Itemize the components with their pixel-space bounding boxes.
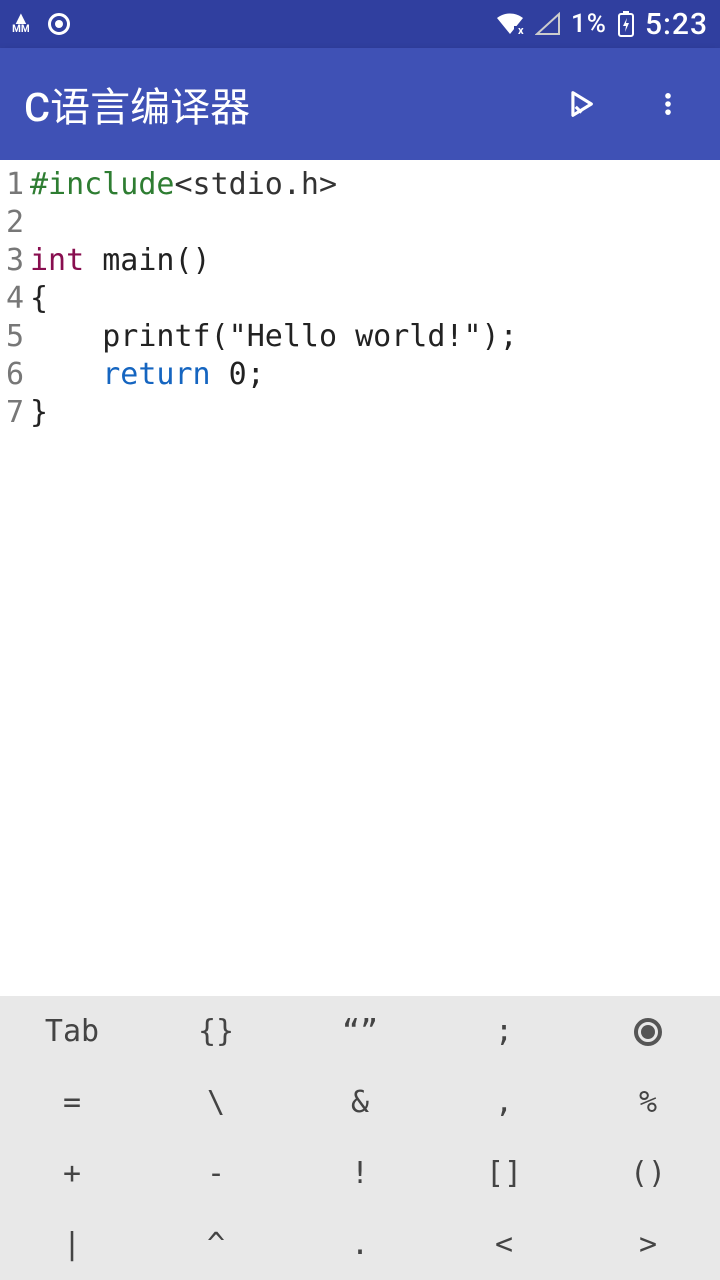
line-number: 2	[0, 204, 30, 242]
code-content[interactable]: int main()	[30, 242, 211, 280]
symbol-key[interactable]: =	[0, 1067, 144, 1138]
app-title: C语言编译器	[24, 75, 560, 133]
status-bar: ▲ MM x 1% 5:23	[0, 0, 720, 48]
mm-label: MM	[12, 25, 30, 35]
record-icon	[48, 13, 70, 35]
status-left: ▲ MM	[12, 13, 70, 36]
code-content[interactable]: return 0;	[30, 356, 265, 394]
clock: 5:23	[645, 7, 708, 42]
overflow-menu-button[interactable]	[648, 84, 688, 124]
code-line[interactable]: 2	[0, 204, 720, 242]
mm-indicator-icon: ▲ MM	[12, 13, 30, 36]
symbol-key[interactable]: ,	[432, 1067, 576, 1138]
code-editor[interactable]: 1#include<stdio.h>23int main()4{5 printf…	[0, 160, 720, 996]
more-vert-icon	[654, 90, 682, 118]
wifi-icon: x	[495, 12, 525, 36]
symbol-key[interactable]: +	[0, 1138, 144, 1209]
symbol-key[interactable]: -	[144, 1138, 288, 1209]
line-number: 5	[0, 318, 30, 356]
symbol-key[interactable]: ()	[576, 1138, 720, 1209]
symbol-key[interactable]: []	[432, 1138, 576, 1209]
code-line[interactable]: 5 printf("Hello world!");	[0, 318, 720, 356]
symbol-key[interactable]: “”	[288, 996, 432, 1067]
app-bar: C语言编译器	[0, 48, 720, 160]
svg-text:x: x	[518, 24, 525, 36]
symbol-key[interactable]: .	[288, 1209, 432, 1280]
battery-charging-icon	[617, 10, 635, 38]
cell-signal-icon	[535, 12, 561, 36]
code-line[interactable]: 1#include<stdio.h>	[0, 166, 720, 204]
symbol-key[interactable]: ;	[432, 996, 576, 1067]
run-button[interactable]	[560, 84, 600, 124]
battery-percent: 1%	[571, 9, 607, 39]
code-line[interactable]: 3int main()	[0, 242, 720, 280]
line-number: 7	[0, 394, 30, 432]
symbol-key[interactable]: >	[576, 1209, 720, 1280]
symbol-key[interactable]: Tab	[0, 996, 144, 1067]
status-right: x 1% 5:23	[495, 7, 708, 42]
symbol-key[interactable]: &	[288, 1067, 432, 1138]
line-number: 1	[0, 166, 30, 204]
line-number: 3	[0, 242, 30, 280]
symbol-key[interactable]: |	[0, 1209, 144, 1280]
symbol-key[interactable]: !	[288, 1138, 432, 1209]
code-content[interactable]: #include<stdio.h>	[30, 166, 337, 204]
play-icon	[563, 87, 597, 121]
symbol-keyboard: Tab{}“”; =\&,% +-![]() |^.<>	[0, 996, 720, 1280]
record-key[interactable]	[576, 996, 720, 1067]
app-bar-actions	[560, 84, 696, 124]
line-number: 6	[0, 356, 30, 394]
code-line[interactable]: 4{	[0, 280, 720, 318]
circle-icon	[634, 1018, 662, 1046]
symbol-key[interactable]: {}	[144, 996, 288, 1067]
code-line[interactable]: 6 return 0;	[0, 356, 720, 394]
code-content[interactable]: printf("Hello world!");	[30, 318, 518, 356]
symbol-key[interactable]: <	[432, 1209, 576, 1280]
code-content[interactable]: {	[30, 280, 48, 318]
symbol-key[interactable]: ^	[144, 1209, 288, 1280]
line-number: 4	[0, 280, 30, 318]
symbol-key[interactable]: %	[576, 1067, 720, 1138]
symbol-key[interactable]: \	[144, 1067, 288, 1138]
code-content[interactable]: }	[30, 394, 48, 432]
code-line[interactable]: 7}	[0, 394, 720, 432]
